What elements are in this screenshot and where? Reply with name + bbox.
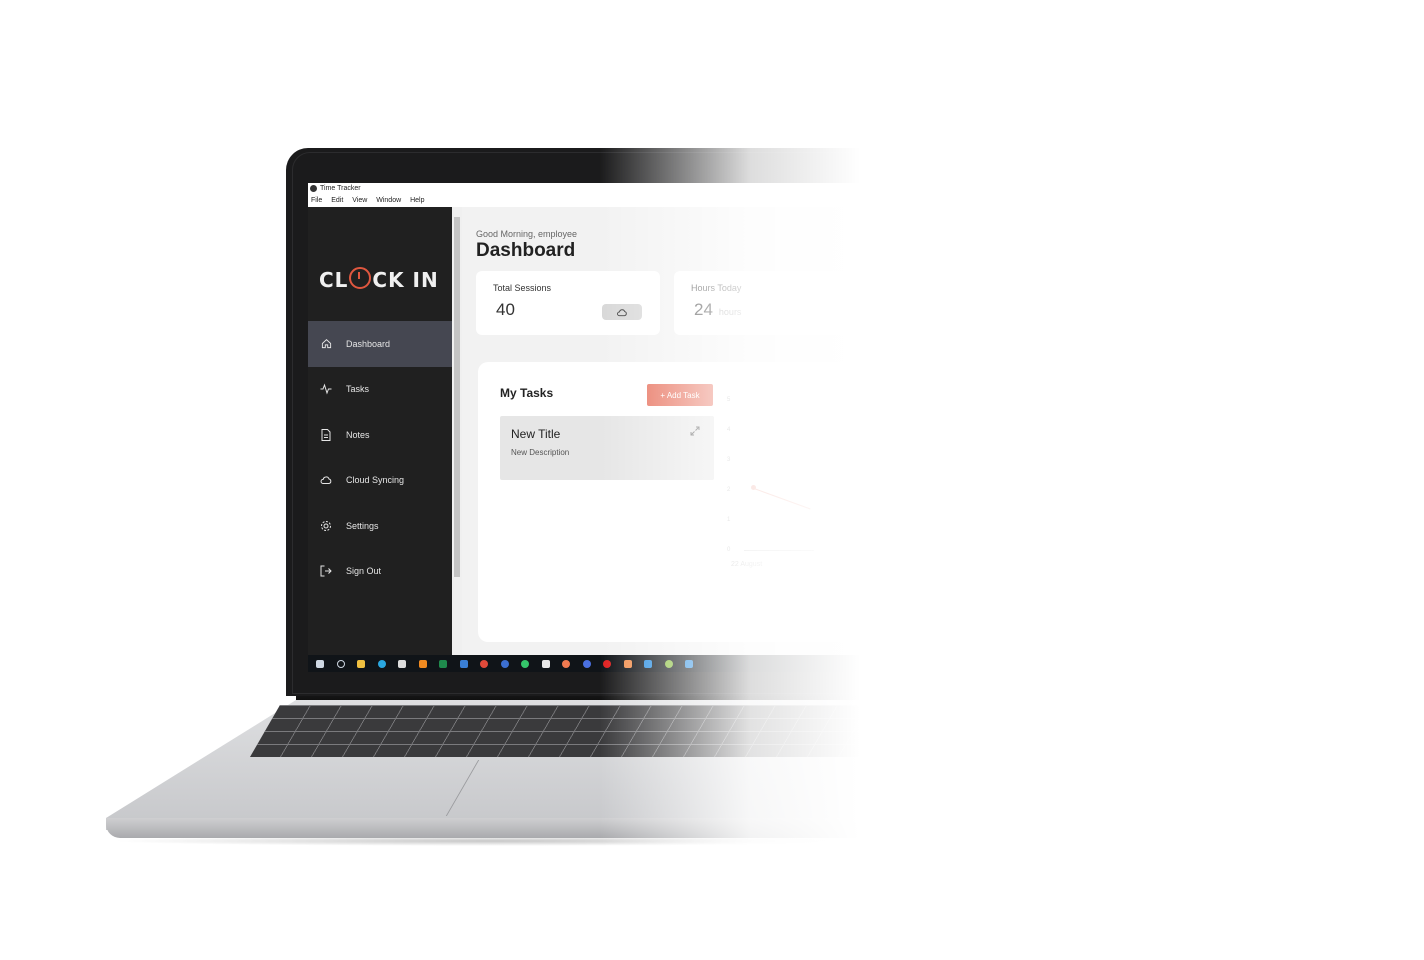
laptop-mockup: Time Tracker File Edit View Window Help … bbox=[0, 0, 1424, 960]
clock-logo-icon bbox=[349, 267, 372, 289]
stat-card-total-sessions: Total Sessions 40 bbox=[476, 271, 660, 335]
sidebar-item-tasks[interactable]: Tasks bbox=[308, 367, 452, 413]
app-icon[interactable] bbox=[500, 659, 509, 668]
page-title: Dashboard bbox=[476, 240, 576, 261]
y-tick-label: 4 bbox=[727, 427, 731, 433]
menu-help[interactable]: Help bbox=[410, 197, 424, 204]
menu-file[interactable]: File bbox=[311, 197, 322, 204]
whatsapp-icon[interactable] bbox=[521, 659, 529, 668]
task-title: New Title bbox=[511, 427, 561, 441]
opera-icon[interactable] bbox=[603, 659, 611, 668]
stat-label: Hours Today bbox=[691, 283, 742, 293]
y-tick-label: 0 bbox=[727, 547, 731, 553]
trackpad bbox=[445, 760, 780, 816]
sidebar-item-label: Sign Out bbox=[346, 566, 382, 577]
edge-icon[interactable] bbox=[377, 659, 386, 668]
expand-icon[interactable] bbox=[690, 426, 700, 439]
windows-taskbar bbox=[308, 655, 886, 672]
search-icon[interactable] bbox=[336, 659, 345, 668]
stat-card-hours-today: Hours Today 24 hours bbox=[674, 271, 874, 335]
add-task-button[interactable]: + Add Task bbox=[647, 384, 713, 406]
home-icon bbox=[320, 338, 332, 350]
scrollbar-thumb[interactable] bbox=[454, 217, 460, 577]
y-tick-label: 2 bbox=[727, 487, 731, 493]
sidebar-item-dashboard[interactable]: Dashboard bbox=[308, 321, 452, 367]
sidebar: CL CK IN Dashboard Tasks Notes Cloud Syn… bbox=[308, 207, 452, 655]
x-tick-label: 22 August bbox=[731, 561, 763, 568]
main-content: Good Morning, employee Dashboard Total S… bbox=[462, 207, 886, 655]
gear-icon bbox=[320, 520, 332, 532]
app-icon[interactable] bbox=[562, 659, 570, 668]
window-titlebar: Time Tracker bbox=[308, 183, 886, 195]
my-tasks-panel: My Tasks + Add Task New Title New Descri… bbox=[478, 362, 886, 642]
sidebar-scrollbar[interactable] bbox=[452, 207, 462, 655]
sidebar-item-label: Settings bbox=[346, 520, 379, 531]
notepad-icon[interactable] bbox=[541, 659, 550, 668]
chart-y-axis: 5 4 3 2 1 0 bbox=[727, 397, 734, 553]
sidebar-item-notes[interactable]: Notes bbox=[308, 412, 452, 458]
menu-edit[interactable]: Edit bbox=[331, 197, 343, 204]
sidebar-item-sign-out[interactable]: Sign Out bbox=[308, 549, 452, 595]
chrome-icon[interactable] bbox=[480, 659, 488, 668]
stat-number: 24 bbox=[694, 300, 713, 319]
clock-in-logo: CL CK IN bbox=[319, 267, 439, 292]
sidebar-nav: Dashboard Tasks Notes Cloud Syncing Sett… bbox=[308, 321, 452, 594]
window-title: Time Tracker bbox=[320, 185, 361, 192]
y-tick-label: 1 bbox=[727, 517, 731, 523]
stat-value: 24 hours bbox=[694, 300, 741, 320]
app-icon[interactable] bbox=[664, 659, 673, 668]
vscode-icon[interactable] bbox=[644, 659, 652, 668]
task-description: New Description bbox=[511, 448, 570, 457]
windows-start-icon[interactable] bbox=[316, 659, 324, 668]
sidebar-item-label: Notes bbox=[346, 429, 370, 440]
app-icon[interactable] bbox=[685, 659, 693, 668]
task-card[interactable]: New Title New Description bbox=[500, 416, 714, 480]
document-icon bbox=[320, 428, 332, 441]
menu-window[interactable]: Window bbox=[376, 197, 401, 204]
sidebar-item-label: Dashboard bbox=[346, 338, 391, 349]
y-tick-label: 5 bbox=[727, 397, 731, 403]
store-icon[interactable] bbox=[398, 659, 406, 668]
activity-icon bbox=[320, 383, 332, 395]
menu-bar: File Edit View Window Help bbox=[308, 195, 886, 207]
chart-x-axis bbox=[744, 550, 814, 551]
logo-text-right: CK IN bbox=[372, 268, 439, 292]
chart-line bbox=[753, 488, 811, 510]
cloud-icon bbox=[602, 304, 642, 320]
stat-label: Total Sessions bbox=[493, 283, 552, 293]
y-tick-label: 3 bbox=[727, 457, 731, 463]
file-explorer-icon[interactable] bbox=[357, 659, 365, 668]
greeting-text: Good Morning, employee bbox=[476, 229, 578, 239]
stat-unit: hours bbox=[718, 307, 742, 317]
keyboard bbox=[250, 705, 901, 757]
excel-icon[interactable] bbox=[439, 659, 447, 668]
sidebar-item-label: Cloud Syncing bbox=[346, 475, 405, 486]
tasks-title: My Tasks bbox=[500, 386, 554, 400]
cloud-icon bbox=[320, 474, 332, 486]
sidebar-item-cloud-syncing[interactable]: Cloud Syncing bbox=[308, 458, 452, 504]
sign-out-icon bbox=[320, 565, 332, 577]
sidebar-item-settings[interactable]: Settings bbox=[308, 503, 452, 549]
stat-value: 40 bbox=[496, 300, 515, 319]
sidebar-item-label: Tasks bbox=[346, 384, 370, 395]
screen: Time Tracker File Edit View Window Help … bbox=[308, 183, 886, 672]
mail-icon[interactable] bbox=[459, 659, 468, 668]
app-icon[interactable] bbox=[623, 659, 632, 668]
vlc-icon[interactable] bbox=[418, 659, 427, 668]
laptop-deck-edge bbox=[106, 818, 886, 838]
app-icon bbox=[310, 185, 317, 192]
logo-text-left: CL bbox=[319, 268, 349, 292]
firefox-icon[interactable] bbox=[582, 659, 591, 668]
menu-view[interactable]: View bbox=[352, 197, 367, 204]
